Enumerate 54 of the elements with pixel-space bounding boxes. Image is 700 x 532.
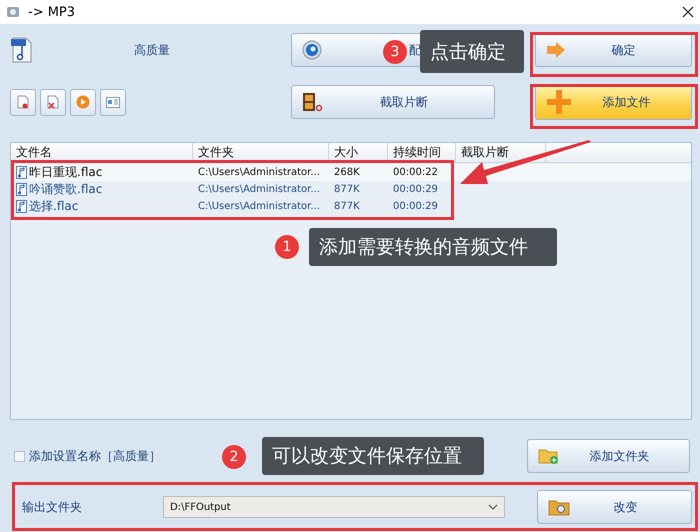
folder-add-icon	[538, 447, 560, 465]
file-size: 268K	[334, 167, 360, 178]
add-folder-button[interactable]: 添加文件夹	[527, 439, 690, 473]
file-size: 877K	[334, 184, 360, 195]
file-name: 昨日重现.flac	[29, 164, 102, 181]
callout-tooltip: 点击确定	[420, 30, 524, 73]
play-icon	[76, 95, 90, 109]
info-button[interactable]	[100, 88, 126, 116]
output-folder-label: 输出文件夹	[22, 498, 82, 516]
file-row[interactable]: 昨日重现.flac C:\Users\Administrator... 268K 00:00:22	[11, 164, 691, 181]
duration: 00:00:22	[393, 167, 438, 178]
plus-icon	[546, 89, 572, 115]
window-title: -> MP3	[28, 4, 76, 20]
music-file-icon	[16, 200, 27, 213]
arrow-right-icon	[546, 42, 566, 58]
folder-path: C:\Users\Administrator...	[198, 201, 320, 212]
file-row[interactable]: 吟诵赞歌.flac C:\Users\Administrator... 877K 00:00:29	[11, 181, 691, 198]
preset-label: 高质量	[134, 42, 170, 58]
remove-file-button[interactable]	[10, 88, 36, 116]
column-header[interactable]: 文件夹	[193, 143, 329, 162]
music-file-icon	[16, 183, 27, 196]
checkbox-label: 添加设置名称［高质量］	[29, 448, 161, 464]
callout-tooltip: 可以改变文件保存位置	[262, 437, 484, 475]
close-icon[interactable]	[682, 6, 694, 18]
folder-path: C:\Users\Administrator...	[198, 184, 320, 195]
folder-camera-icon	[548, 498, 570, 516]
column-header[interactable]: 大小	[329, 143, 388, 162]
app-icon	[6, 6, 20, 18]
mp3-file-icon	[10, 36, 34, 64]
gear-icon	[302, 40, 322, 60]
duration: 00:00:29	[393, 184, 438, 195]
file-delete-icon	[47, 95, 59, 109]
folder-path: C:\Users\Administrator...	[198, 167, 320, 178]
column-header[interactable]: 持续时间	[388, 143, 456, 162]
file-row[interactable]: 选择.flac C:\Users\Administrator... 877K 00:00:29	[11, 198, 691, 215]
file-name: 吟诵赞歌.flac	[29, 181, 102, 198]
play-button[interactable]	[70, 88, 96, 116]
add-file-button[interactable]: 添加文件	[535, 84, 692, 120]
clip-button[interactable]: 截取片断	[291, 85, 495, 119]
file-name: 选择.flac	[29, 198, 78, 215]
id-card-icon	[106, 96, 120, 108]
callout-tooltip: 添加需要转换的音频文件	[309, 228, 557, 266]
delete-file-button[interactable]	[40, 88, 66, 116]
change-button[interactable]: 改变	[536, 490, 692, 524]
music-file-icon	[16, 166, 27, 179]
file-size: 877K	[334, 201, 360, 212]
duration: 00:00:29	[393, 201, 438, 212]
output-folder-select[interactable]: D:\FFOutput	[163, 496, 505, 518]
ok-button[interactable]: 确定	[535, 33, 692, 67]
column-header[interactable]: 文件名	[11, 143, 193, 162]
checkbox[interactable]	[14, 450, 25, 462]
file-minus-icon	[17, 95, 29, 109]
chevron-down-icon	[488, 504, 498, 510]
step-number: 2	[222, 445, 246, 469]
